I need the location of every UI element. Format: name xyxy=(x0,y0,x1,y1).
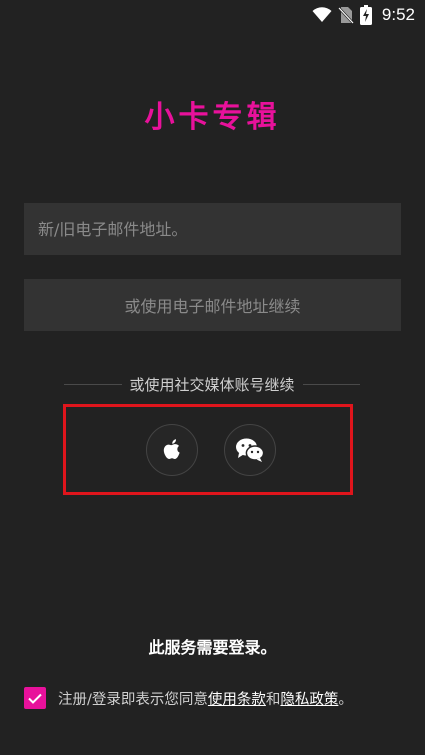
agreement-and: 和 xyxy=(265,691,281,708)
social-divider-text: 或使用社交媒体账号继续 xyxy=(129,375,295,394)
social-highlight-box xyxy=(63,404,353,495)
agreement-checkbox[interactable] xyxy=(24,687,46,709)
divider-line-left xyxy=(64,383,122,385)
agreement-suffix: 。 xyxy=(338,691,353,708)
privacy-policy-link[interactable]: 隐私政策 xyxy=(280,692,338,708)
wechat-icon xyxy=(236,438,265,462)
email-continue-label: 或使用电子邮件地址继续 xyxy=(124,297,301,316)
battery-charging-icon xyxy=(359,5,372,25)
social-divider: 或使用社交媒体账号继续 xyxy=(64,372,361,396)
login-required-notice: 此服务需要登录。 xyxy=(148,638,277,657)
agreement-prefix: 注册/登录即表示您同意 xyxy=(58,691,208,708)
email-continue-button[interactable]: 或使用电子邮件地址继续 xyxy=(24,279,401,331)
wechat-login-button[interactable] xyxy=(224,424,276,476)
email-input[interactable] xyxy=(24,203,401,255)
status-time: 9:52 xyxy=(381,5,415,24)
app-title: 小卡专辑 xyxy=(144,100,281,135)
no-sim-icon xyxy=(337,7,354,24)
divider-line-right xyxy=(302,383,361,385)
agreement-text: 注册/登录即表示您同意使用条款和隐私政策。 xyxy=(58,688,353,709)
apple-icon xyxy=(163,439,180,459)
wifi-icon xyxy=(312,7,332,22)
status-bar: 9:52 xyxy=(0,0,425,30)
agreement-row: 注册/登录即表示您同意使用条款和隐私政策。 xyxy=(24,686,353,710)
apple-login-button[interactable] xyxy=(146,424,198,476)
check-icon xyxy=(28,693,42,704)
terms-link[interactable]: 使用条款 xyxy=(208,692,266,708)
